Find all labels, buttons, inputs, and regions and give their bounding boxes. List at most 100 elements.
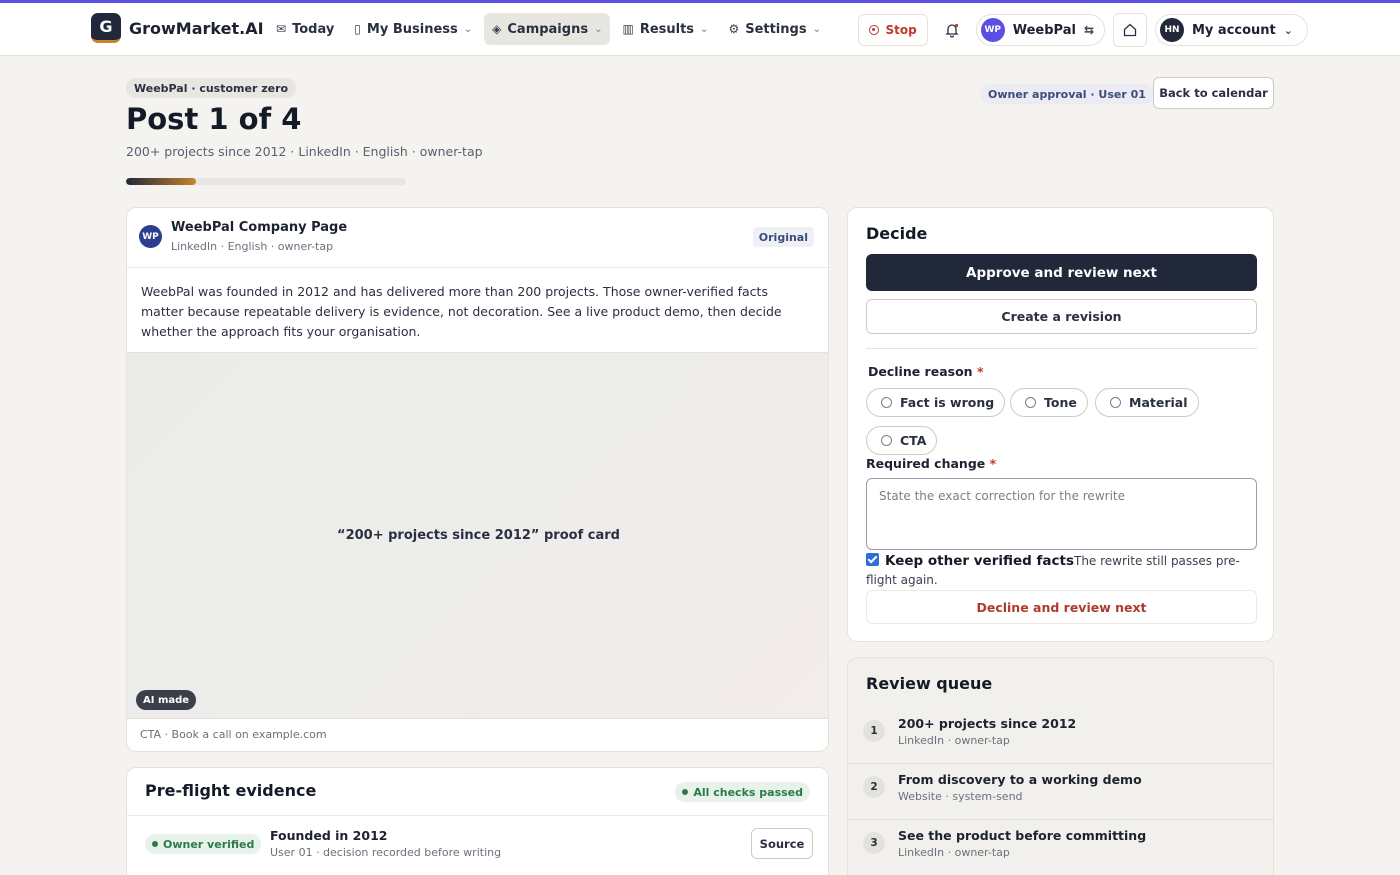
post-progress-bar <box>126 178 406 185</box>
radio-icon <box>881 435 892 446</box>
source-button[interactable]: Source <box>751 828 813 859</box>
ai-made-badge: AI made <box>136 690 197 710</box>
decline-button[interactable]: Decline and review next <box>866 590 1257 624</box>
queue-item-title: From discovery to a working demo <box>898 772 1142 787</box>
workspace-avatar: WP <box>980 18 1005 42</box>
brand[interactable]: G GrowMarket.AI <box>91 13 264 43</box>
account-menu[interactable]: HN My account ⌄ <box>1155 14 1308 46</box>
inbox-icon: ✉ <box>276 22 287 36</box>
home-button[interactable] <box>1113 13 1147 47</box>
reason-label: CTA <box>900 433 927 448</box>
required-change-text: Required change <box>866 456 986 471</box>
queue-item-number: 3 <box>863 832 885 854</box>
checks-status-badge: All checks passed <box>675 782 810 802</box>
queue-item-meta: Website · system-send <box>898 790 1023 803</box>
evidence-fact: Founded in 2012 <box>270 828 388 843</box>
checks-status-label: All checks passed <box>693 785 803 799</box>
workspace-switcher[interactable]: WP WeebPal ⇆ <box>975 14 1105 46</box>
reason-label: Fact is wrong <box>900 395 995 410</box>
top-navigation-bar: G GrowMarket.AI ✉ Today ▯ My Business ⌄ … <box>0 0 1400 56</box>
company-avatar: WP <box>139 225 162 248</box>
chevron-down-icon: ⌄ <box>594 23 603 35</box>
post-cta: CTA · Book a call on example.com <box>140 728 327 741</box>
stop-label: Stop <box>885 23 917 37</box>
divider <box>866 348 1257 349</box>
stop-button[interactable]: Stop <box>858 14 928 46</box>
bar-chart-icon: ▥ <box>622 22 634 36</box>
back-to-calendar-button[interactable]: Back to calendar <box>1153 77 1274 109</box>
owner-approval-badge: Owner approval · User 01 <box>980 84 1154 104</box>
queue-item-title: 200+ projects since 2012 <box>898 716 1077 731</box>
proof-card-image: “200+ projects since 2012” proof card AI… <box>127 352 828 719</box>
nav-my-business[interactable]: ▯ My Business ⌄ <box>346 13 480 45</box>
chevron-down-icon: ⌄ <box>700 23 709 35</box>
reason-tone[interactable]: Tone <box>1010 388 1088 417</box>
page-subtitle: 200+ projects since 2012 · LinkedIn · En… <box>126 144 483 159</box>
account-avatar: HN <box>1160 18 1184 42</box>
chevron-down-icon: ⌄ <box>812 23 821 35</box>
notifications-bell-icon[interactable] <box>936 14 968 46</box>
nav-today-label: Today <box>292 21 335 37</box>
home-icon <box>1123 23 1137 37</box>
account-label: My account <box>1192 22 1276 38</box>
review-queue-card: Review queue 1 200+ projects since 2012 … <box>847 657 1274 875</box>
status-dot-icon <box>152 841 158 847</box>
radio-icon <box>1110 397 1121 408</box>
post-meta: LinkedIn · English · owner-tap <box>171 240 334 253</box>
evidence-title: Pre-flight evidence <box>145 781 317 800</box>
progress-fill <box>126 178 196 185</box>
keep-verified-facts-row[interactable]: Keep other verified factsThe rewrite sti… <box>866 552 1257 590</box>
document-icon: ▯ <box>354 22 361 36</box>
company-name: WeebPal Company Page <box>171 220 348 235</box>
status-dot-icon <box>682 789 689 795</box>
evidence-row: Owner verified Founded in 2012 User 01 ·… <box>127 815 828 871</box>
queue-item[interactable]: 3 See the product before committing Link… <box>848 820 1273 875</box>
reason-fact-is-wrong[interactable]: Fact is wrong <box>866 388 1006 417</box>
reason-label: Material <box>1129 395 1188 410</box>
nav-settings-label: Settings <box>745 21 807 37</box>
brand-logo: G <box>91 13 121 43</box>
decline-reason-text: Decline reason <box>868 364 973 379</box>
evidence-meta: User 01 · decision recorded before writi… <box>270 846 502 859</box>
preflight-evidence-card: Pre-flight evidence All checks passed Ow… <box>126 767 829 875</box>
queue-item-title: See the product before committing <box>898 828 1147 843</box>
queue-item-meta: LinkedIn · owner-tap <box>898 734 1010 747</box>
checkbox-checked-icon[interactable] <box>866 553 879 566</box>
nav-campaigns-label: Campaigns <box>507 21 589 37</box>
nav-settings[interactable]: ⚙ Settings ⌄ <box>720 13 829 45</box>
keep-facts-label: Keep other verified facts <box>885 553 1074 569</box>
post-header: WP WeebPal Company Page LinkedIn · Engli… <box>127 208 828 268</box>
chevron-down-icon: ⌄ <box>463 23 473 35</box>
queue-item[interactable]: 1 200+ projects since 2012 LinkedIn · ow… <box>848 708 1273 764</box>
queue-item-number: 1 <box>863 720 885 742</box>
nav-my-business-label: My Business <box>366 21 458 37</box>
main-nav: ✉ Today ▯ My Business ⌄ ◈ Campaigns ⌄ ▥ … <box>268 13 829 45</box>
required-marker: * <box>989 456 997 471</box>
queue-item[interactable]: 2 From discovery to a working demo Websi… <box>848 764 1273 820</box>
right-nav: Stop WP WeebPal ⇆ HN My account ⌄ <box>858 13 1308 47</box>
chevron-down-icon: ⌄ <box>1283 23 1293 37</box>
radio-icon <box>1025 397 1036 408</box>
approve-button[interactable]: Approve and review next <box>866 254 1257 291</box>
queue-item-meta: LinkedIn · owner-tap <box>898 846 1010 859</box>
gear-icon: ⚙ <box>728 22 740 36</box>
owner-verified-badge: Owner verified <box>145 834 262 854</box>
post-body-text: WeebPal was founded in 2012 and has deli… <box>141 284 782 339</box>
workspace-name: WeebPal <box>1012 22 1076 38</box>
create-revision-button[interactable]: Create a revision <box>866 299 1257 334</box>
reason-cta[interactable]: CTA <box>866 426 938 455</box>
original-badge: Original <box>752 227 814 247</box>
nav-campaigns[interactable]: ◈ Campaigns ⌄ <box>484 13 611 45</box>
queue-title: Review queue <box>866 674 993 693</box>
proof-card-caption: “200+ projects since 2012” proof card <box>337 528 620 543</box>
customer-tag: WeebPal · customer zero <box>126 78 297 98</box>
stop-icon <box>869 25 880 35</box>
reason-material[interactable]: Material <box>1095 388 1199 417</box>
reason-label: Tone <box>1044 395 1077 410</box>
nav-today[interactable]: ✉ Today <box>268 13 342 45</box>
nav-results[interactable]: ▥ Results ⌄ <box>614 13 716 45</box>
switch-icon: ⇆ <box>1083 23 1094 37</box>
required-change-textarea[interactable]: State the exact correction for the rewri… <box>866 478 1257 550</box>
verified-label: Owner verified <box>163 837 255 851</box>
brand-name: GrowMarket.AI <box>129 18 264 38</box>
